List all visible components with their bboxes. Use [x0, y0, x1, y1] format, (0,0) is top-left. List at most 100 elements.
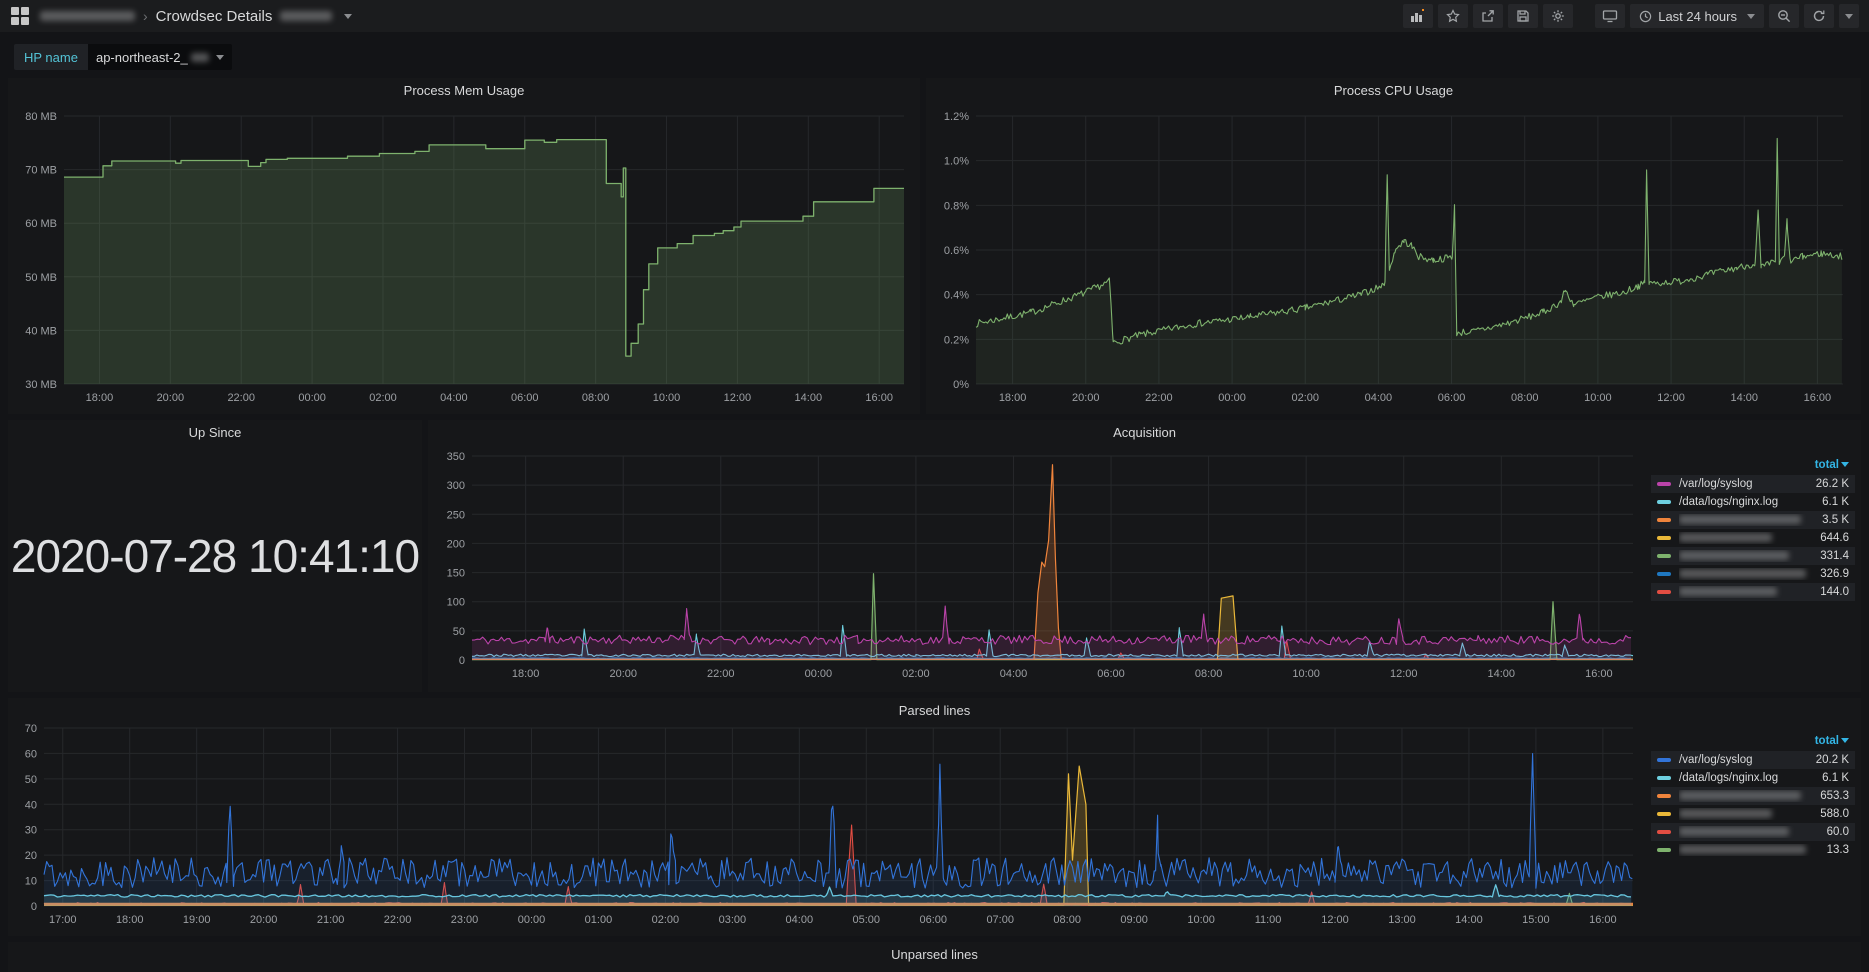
- zoom-out-button[interactable]: [1769, 4, 1799, 28]
- series-color-swatch: [1657, 554, 1671, 558]
- legend-row[interactable]: /var/log/syslog20.2 K: [1651, 751, 1855, 769]
- legend-sort-header[interactable]: total: [1651, 732, 1855, 751]
- svg-text:50: 50: [25, 774, 37, 786]
- dashboard-title[interactable]: Crowdsec Details: [156, 8, 273, 25]
- sort-caret-icon: [1841, 738, 1849, 743]
- series-color-swatch: [1657, 500, 1671, 504]
- svg-text:11:00: 11:00: [1255, 914, 1282, 926]
- legend-row[interactable]: 653.3: [1651, 787, 1855, 805]
- cycle-view-mode-button[interactable]: [1595, 4, 1625, 28]
- series-total-value: 653.3: [1820, 790, 1849, 802]
- svg-text:50: 50: [453, 626, 465, 638]
- legend-row[interactable]: /data/logs/nginx.log6.1 K: [1651, 493, 1855, 511]
- svg-text:12:00: 12:00: [724, 392, 752, 404]
- svg-text:70 MB: 70 MB: [25, 165, 57, 177]
- svg-text:0.8%: 0.8%: [944, 200, 969, 212]
- chevron-down-icon[interactable]: [344, 14, 352, 19]
- acquisition-chart[interactable]: 05010015020025030035018:0020:0022:0000:0…: [432, 446, 1641, 686]
- series-total-value: 60.0: [1827, 826, 1849, 838]
- svg-text:20:00: 20:00: [250, 914, 278, 926]
- svg-text:08:00: 08:00: [1053, 914, 1081, 926]
- svg-text:04:00: 04:00: [1365, 392, 1393, 404]
- breadcrumb-separator: ›: [143, 8, 148, 24]
- star-button[interactable]: [1438, 4, 1468, 28]
- svg-text:22:00: 22:00: [707, 668, 735, 680]
- legend-row[interactable]: 326.9: [1651, 565, 1855, 583]
- panel-title-cpu[interactable]: Process CPU Usage: [926, 83, 1861, 98]
- svg-text:02:00: 02:00: [369, 392, 397, 404]
- variable-value-dropdown[interactable]: ap-northeast-2_: [88, 44, 232, 70]
- time-range-picker[interactable]: Last 24 hours: [1630, 4, 1764, 28]
- svg-text:16:00: 16:00: [1589, 914, 1617, 926]
- svg-text:60 MB: 60 MB: [25, 218, 57, 230]
- series-label: /var/log/syslog: [1679, 478, 1816, 490]
- panel-title-acquisition[interactable]: Acquisition: [428, 425, 1861, 440]
- sort-caret-icon: [1841, 462, 1849, 467]
- panel-title-unparsed[interactable]: Unparsed lines: [8, 947, 1861, 962]
- share-button[interactable]: [1473, 4, 1503, 28]
- variable-value-text: ap-northeast-2_: [96, 50, 188, 65]
- svg-text:10:00: 10:00: [1187, 914, 1215, 926]
- series-total-value: 13.3: [1827, 844, 1849, 856]
- series-total-value: 26.2 K: [1816, 478, 1849, 490]
- series-total-value: 20.2 K: [1816, 754, 1849, 766]
- legend-row[interactable]: 3.5 K: [1651, 511, 1855, 529]
- cpu-usage-chart[interactable]: 0%0.2%0.4%0.6%0.8%1.0%1.2%18:0020:0022:0…: [930, 104, 1855, 410]
- svg-text:04:00: 04:00: [1000, 668, 1028, 680]
- series-label: [1679, 826, 1827, 838]
- svg-text:50 MB: 50 MB: [25, 272, 57, 284]
- panel-title-mem[interactable]: Process Mem Usage: [8, 83, 920, 98]
- up-since-value: 2020-07-28 10:41:10: [8, 420, 422, 692]
- svg-text:08:00: 08:00: [582, 392, 610, 404]
- legend-row[interactable]: 644.6: [1651, 529, 1855, 547]
- series-label: [1679, 568, 1820, 580]
- legend-sort-header[interactable]: total: [1651, 456, 1855, 475]
- series-total-value: 588.0: [1820, 808, 1849, 820]
- variable-caret-icon: [216, 55, 224, 60]
- legend-row[interactable]: 331.4: [1651, 547, 1855, 565]
- svg-text:06:00: 06:00: [1438, 392, 1466, 404]
- svg-text:100: 100: [447, 597, 465, 609]
- svg-text:300: 300: [447, 480, 465, 492]
- breadcrumb-folder-redacted[interactable]: [40, 11, 135, 21]
- mem-usage-chart[interactable]: 30 MB40 MB50 MB60 MB70 MB80 MB18:0020:00…: [12, 104, 914, 410]
- series-label: [1679, 550, 1820, 562]
- legend-row[interactable]: 144.0: [1651, 583, 1855, 601]
- refresh-interval-dropdown[interactable]: [1839, 4, 1859, 28]
- svg-text:0.6%: 0.6%: [944, 245, 969, 257]
- svg-text:00:00: 00:00: [1218, 392, 1246, 404]
- save-button[interactable]: [1508, 4, 1538, 28]
- series-color-swatch: [1657, 590, 1671, 594]
- parsed-lines-chart[interactable]: 01020304050607017:0018:0019:0020:0021:00…: [12, 720, 1641, 932]
- svg-text:1.2%: 1.2%: [944, 111, 969, 123]
- series-total-value: 331.4: [1820, 550, 1849, 562]
- series-total-value: 6.1 K: [1822, 496, 1849, 508]
- panel-title-parsed[interactable]: Parsed lines: [8, 703, 1861, 718]
- legend-row[interactable]: 588.0: [1651, 805, 1855, 823]
- legend-row[interactable]: /data/logs/nginx.log6.1 K: [1651, 769, 1855, 787]
- settings-gear-button[interactable]: [1543, 4, 1573, 28]
- parsed-legend: total/var/log/syslog20.2 K/data/logs/ngi…: [1651, 732, 1855, 859]
- svg-text:20: 20: [25, 850, 37, 862]
- series-total-value: 144.0: [1820, 586, 1849, 598]
- svg-text:22:00: 22:00: [1145, 392, 1173, 404]
- add-panel-button[interactable]: [1403, 4, 1433, 28]
- svg-text:30: 30: [25, 825, 37, 837]
- panel-parsed-lines: Parsed lines 01020304050607017:0018:0019…: [8, 698, 1861, 936]
- svg-text:0.4%: 0.4%: [944, 290, 969, 302]
- svg-text:20:00: 20:00: [157, 392, 185, 404]
- legend-row[interactable]: /var/log/syslog26.2 K: [1651, 475, 1855, 493]
- legend-row[interactable]: 13.3: [1651, 841, 1855, 859]
- series-label: [1679, 532, 1820, 544]
- dashboards-grid-icon[interactable]: [0, 0, 40, 32]
- breadcrumb: › Crowdsec Details: [40, 8, 352, 25]
- legend-row[interactable]: 60.0: [1651, 823, 1855, 841]
- svg-text:00:00: 00:00: [518, 914, 546, 926]
- svg-text:05:00: 05:00: [853, 914, 881, 926]
- refresh-button[interactable]: [1804, 4, 1834, 28]
- svg-text:16:00: 16:00: [1804, 392, 1832, 404]
- svg-text:00:00: 00:00: [805, 668, 833, 680]
- svg-text:0.2%: 0.2%: [944, 334, 969, 346]
- panel-title-up-since[interactable]: Up Since: [8, 425, 422, 440]
- series-color-swatch: [1657, 482, 1671, 486]
